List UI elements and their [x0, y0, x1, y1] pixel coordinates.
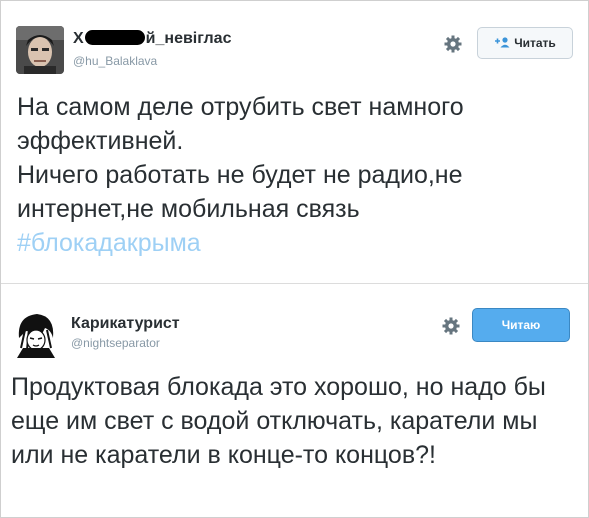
- follow-button[interactable]: Читать: [477, 27, 573, 59]
- tweets-screenshot: Хй_невіглас @hu_Balaklava Читать На само…: [0, 0, 589, 518]
- divider: [1, 283, 588, 292]
- redaction-mark: [84, 30, 145, 45]
- avatar[interactable]: [16, 26, 64, 74]
- user-handle[interactable]: @nightseparator: [71, 336, 160, 350]
- display-name[interactable]: Хй_невіглас: [73, 30, 231, 48]
- gear-icon[interactable]: [443, 34, 463, 54]
- following-button[interactable]: Читаю: [472, 308, 570, 342]
- following-button-label: Читаю: [501, 318, 541, 332]
- add-user-icon: [494, 36, 510, 51]
- tweet-body: На самом деле отрубить свет намного эффе…: [17, 93, 464, 223]
- display-name[interactable]: Карикатурист: [71, 315, 180, 333]
- follow-button-label: Читать: [514, 36, 556, 50]
- tweet-1: Хй_невіглас @hu_Balaklava Читать На само…: [1, 1, 588, 281]
- tweet-2: Карикатурист @nightseparator Читаю Проду…: [1, 292, 588, 517]
- hashtag-link[interactable]: #блокадакрыма: [17, 229, 201, 257]
- user-handle[interactable]: @hu_Balaklava: [73, 54, 157, 68]
- tweet-text: На самом деле отрубить свет намного эффе…: [17, 90, 577, 260]
- tweet-text: Продуктовая блокада это хорошо, но надо …: [11, 373, 546, 469]
- gear-icon[interactable]: [441, 316, 461, 336]
- avatar[interactable]: [11, 308, 61, 358]
